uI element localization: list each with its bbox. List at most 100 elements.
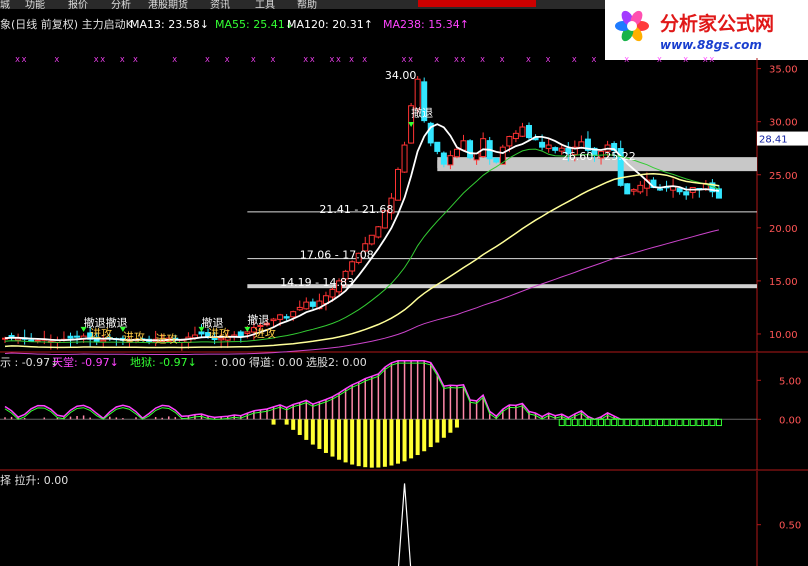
- candle-body: [512, 132, 519, 140]
- y-tick-label: 15.00: [769, 277, 798, 288]
- chart-annotation: 26.60 - 25.22: [562, 150, 636, 163]
- candle-body: [453, 148, 460, 158]
- logo-brand: 分析家公式网: [660, 12, 774, 35]
- hell-box: [604, 418, 611, 427]
- candle-body: [676, 188, 683, 193]
- chart-annotation: 34.00: [385, 69, 417, 82]
- signal-marker: X: [683, 56, 688, 64]
- y-tick-label: 0.50: [779, 521, 801, 532]
- main-header-item: MA55: 25.41↓: [215, 18, 294, 31]
- signal-marker: X: [402, 56, 407, 64]
- candle-body: [303, 301, 310, 310]
- candle-body: [467, 140, 474, 159]
- signal-marker: X: [480, 56, 485, 64]
- candle-body: [578, 141, 585, 149]
- candle-body: [440, 152, 447, 165]
- flower-center-icon: [627, 21, 637, 31]
- signal-marker: X: [271, 56, 276, 64]
- y-tick-label: 20.00: [769, 224, 798, 235]
- ma55-line: [4, 148, 720, 344]
- candle-body: [296, 306, 303, 311]
- signal-marker: X: [100, 56, 105, 64]
- candle-body: [506, 136, 513, 147]
- hell-box: [584, 418, 591, 427]
- y-tick-label: 10.00: [769, 330, 798, 341]
- candle-body: [368, 234, 375, 245]
- hist-bar-negative: [415, 419, 420, 456]
- signal-marker: X: [624, 56, 629, 64]
- candle-body: [309, 301, 316, 307]
- hell-box: [663, 418, 670, 427]
- bottom-header-item: 择 拉升: 0.00: [0, 473, 68, 487]
- candle-body: [67, 335, 74, 339]
- signal-marker: X: [225, 56, 230, 64]
- candle-body: [473, 153, 480, 161]
- chart-annotation: 进攻: [208, 326, 230, 340]
- menu-item: 工具: [255, 0, 275, 11]
- candle-body: [100, 339, 107, 343]
- y-tick-label: 5.00: [779, 376, 801, 387]
- signal-marker: X: [526, 56, 531, 64]
- signal-marker: X: [461, 56, 466, 64]
- y-tick-label: 30.00: [769, 118, 798, 129]
- pull-up-spike: [397, 483, 412, 566]
- down-arrow-icon: [244, 326, 251, 332]
- price-tag: 28.41: [759, 135, 788, 146]
- hist-bar-negative: [422, 419, 427, 452]
- hist-bar-negative: [435, 419, 440, 443]
- candle-body: [34, 339, 41, 342]
- hist-bar-negative: [402, 419, 407, 462]
- main-header-item: MA238: 15.34↑: [383, 18, 469, 31]
- menu-item: 资讯: [210, 0, 230, 11]
- signal-marker: X: [54, 56, 59, 64]
- hell-box: [598, 418, 605, 427]
- main-header-item: MA13: 23.58↓: [130, 18, 209, 31]
- signal-marker: X: [709, 56, 714, 64]
- signal-marker: X: [330, 56, 335, 64]
- hist-bar-negative: [337, 419, 342, 460]
- hist-bar-negative: [369, 419, 374, 468]
- hell-box: [696, 418, 703, 427]
- heaven-line: [4, 360, 719, 421]
- hell-box: [617, 418, 624, 427]
- hist-bar-negative: [409, 419, 414, 459]
- candle-body: [270, 318, 277, 322]
- sub-header-item: : 0.00: [214, 356, 246, 369]
- signal-marker: X: [592, 56, 597, 64]
- hist-bar-negative: [396, 419, 400, 464]
- hist-bar-negative: [317, 419, 322, 449]
- signal-marker: X: [362, 56, 367, 64]
- hell-box: [565, 418, 572, 427]
- hell-box: [709, 418, 716, 427]
- signal-marker: X: [94, 56, 99, 64]
- hist-bar-negative: [356, 419, 361, 467]
- y-tick-label: 35.00: [769, 65, 798, 76]
- menu-item: 功能: [25, 0, 45, 11]
- signal-marker: X: [349, 56, 354, 64]
- hist-bar-negative: [389, 419, 394, 466]
- hell-box: [683, 418, 690, 427]
- candle-body: [637, 184, 644, 193]
- y-tick-label: 0.00: [779, 415, 801, 426]
- signal-marker: X: [120, 56, 125, 64]
- hell-box: [689, 418, 696, 427]
- hist-bar-negative: [304, 419, 309, 440]
- sub-header-item: 选股2: 0.00: [306, 356, 367, 369]
- hist-bar-negative: [376, 419, 381, 468]
- signal-marker: X: [454, 56, 459, 64]
- candle-body: [329, 288, 336, 298]
- chart-annotation: 进攻: [254, 326, 276, 340]
- candle-body: [683, 191, 690, 196]
- hell-box: [670, 418, 677, 427]
- menu-highlight: [418, 0, 536, 7]
- hist-bar-negative: [291, 419, 296, 430]
- candle-body: [277, 314, 284, 320]
- candle-body: [539, 141, 546, 148]
- signal-marker: X: [172, 56, 177, 64]
- signal-marker: X: [408, 56, 413, 64]
- signal-marker: X: [434, 56, 439, 64]
- hell-box: [650, 418, 657, 427]
- signal-marker: X: [572, 56, 577, 64]
- candle-body: [198, 331, 205, 335]
- sub-header-item: 示 : -0.97↓: [0, 356, 59, 369]
